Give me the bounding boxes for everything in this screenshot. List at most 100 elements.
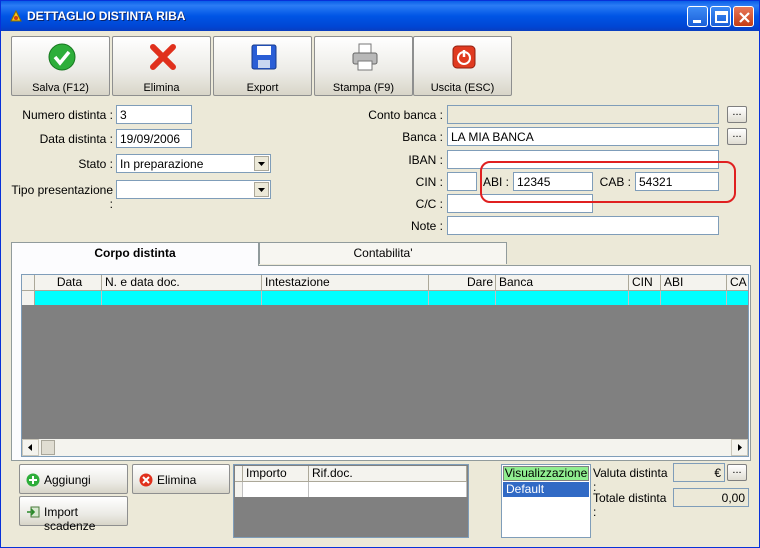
- stato-value: In preparazione: [120, 157, 204, 171]
- export-button[interactable]: Export: [213, 36, 312, 96]
- cab-label: CAB :: [599, 175, 631, 189]
- abi-label: ABI :: [482, 175, 509, 189]
- delete-button[interactable]: Elimina: [112, 36, 211, 96]
- scroll-left-button[interactable]: [22, 439, 39, 456]
- minimize-icon: [693, 20, 701, 23]
- save-label: Salva (F12): [32, 82, 89, 94]
- save-button[interactable]: Salva (F12): [11, 36, 110, 96]
- delete-x-icon: [150, 44, 176, 70]
- chevron-down-icon[interactable]: [254, 182, 269, 197]
- delete-row-button[interactable]: Elimina: [132, 464, 230, 494]
- remove-icon: [139, 473, 153, 487]
- scrollbar-thumb[interactable]: [41, 440, 55, 455]
- add-label: Aggiungi: [44, 473, 91, 487]
- table-cell[interactable]: [661, 291, 727, 305]
- app-icon: [10, 9, 22, 22]
- print-button[interactable]: Stampa (F9): [314, 36, 413, 96]
- window-title: DETTAGLIO DISTINTA RIBA: [27, 9, 186, 23]
- tab-corpo-distinta[interactable]: Corpo distinta: [11, 242, 259, 266]
- title-bar[interactable]: DETTAGLIO DISTINTA RIBA: [1, 1, 759, 31]
- close-button[interactable]: [733, 6, 754, 27]
- note-label: Note :: [410, 219, 443, 233]
- tipo-presentazione-select[interactable]: [116, 180, 271, 199]
- column-header-abi[interactable]: ABI: [661, 275, 727, 291]
- column-header-rif-doc[interactable]: Rif.doc.: [309, 466, 467, 482]
- banca-field[interactable]: LA MIA BANCA: [447, 127, 719, 146]
- printer-icon: [352, 43, 378, 71]
- table-cell[interactable]: [496, 291, 629, 305]
- cc-label: C/C :: [415, 197, 443, 211]
- column-header-cin[interactable]: CIN: [629, 275, 661, 291]
- iban-field[interactable]: [447, 150, 719, 169]
- column-header-banca[interactable]: Banca: [496, 275, 629, 291]
- iban-label: IBAN :: [408, 153, 443, 167]
- cc-field[interactable]: [447, 194, 593, 213]
- row-selector-header: [22, 275, 35, 291]
- visualizzazione-header: Visualizzazione: [503, 466, 589, 481]
- arrow-right-icon: [738, 444, 742, 451]
- totale-distinta-label: Totale distinta :: [593, 491, 667, 519]
- data-distinta-label: Data distinta :: [39, 132, 113, 146]
- banca-browse-button[interactable]: ...: [727, 128, 747, 145]
- chevron-down-icon[interactable]: [254, 156, 269, 171]
- column-header-intestazione[interactable]: Intestazione: [262, 275, 429, 291]
- maximize-button[interactable]: [710, 6, 731, 27]
- window: DETTAGLIO DISTINTA RIBA Salva (F12) Elim…: [0, 0, 760, 548]
- check-icon: [48, 43, 76, 71]
- numero-distinta-label: Numero distinta :: [22, 108, 113, 122]
- valuta-browse-button[interactable]: ...: [727, 464, 747, 481]
- plus-icon: [26, 473, 40, 487]
- importo-grid[interactable]: Importo Rif.doc.: [233, 464, 469, 538]
- valuta-distinta-label: Valuta distinta :: [593, 466, 668, 494]
- stato-select[interactable]: In preparazione: [116, 154, 271, 173]
- arrow-left-icon: [28, 444, 32, 451]
- valuta-distinta-field: €: [673, 463, 725, 482]
- delete-row-label: Elimina: [157, 473, 197, 487]
- scroll-right-button[interactable]: [731, 439, 748, 456]
- details-grid[interactable]: Data N. e data doc. Intestazione Dare Ba…: [21, 274, 749, 457]
- cin-label: CIN :: [415, 175, 443, 189]
- table-cell[interactable]: [727, 291, 748, 305]
- maximize-icon: [715, 11, 728, 23]
- table-cell[interactable]: [102, 291, 262, 305]
- table-cell[interactable]: [262, 291, 429, 305]
- numero-distinta-field[interactable]: 3: [116, 105, 192, 124]
- column-header-cab[interactable]: CA: [727, 275, 748, 291]
- abi-field[interactable]: 12345: [513, 172, 593, 191]
- conto-banca-field[interactable]: [447, 105, 719, 124]
- conto-banca-browse-button[interactable]: ...: [727, 106, 747, 123]
- close-icon: [739, 12, 750, 23]
- note-field[interactable]: [447, 216, 719, 235]
- column-header-n-data-doc[interactable]: N. e data doc.: [102, 275, 262, 291]
- table-cell[interactable]: [629, 291, 661, 305]
- exit-label: Uscita (ESC): [430, 82, 495, 94]
- row-selector[interactable]: [235, 482, 243, 497]
- exit-button[interactable]: Uscita (ESC): [413, 36, 512, 96]
- column-header-data[interactable]: Data: [35, 275, 102, 291]
- table-cell[interactable]: [35, 291, 102, 305]
- cab-field[interactable]: 54321: [635, 172, 719, 191]
- minimize-button[interactable]: [687, 6, 708, 27]
- add-button[interactable]: Aggiungi: [19, 464, 128, 494]
- table-cell[interactable]: [309, 482, 467, 497]
- column-header-importo[interactable]: Importo: [243, 466, 309, 482]
- data-distinta-field[interactable]: 19/09/2006: [116, 129, 192, 148]
- row-selector-header: [235, 466, 243, 482]
- exit-icon: [452, 45, 476, 69]
- totale-distinta-field: 0,00: [673, 488, 749, 507]
- table-cell[interactable]: [429, 291, 496, 305]
- horizontal-scrollbar[interactable]: [22, 439, 748, 456]
- list-item[interactable]: Default: [503, 482, 589, 497]
- import-scadenze-button[interactable]: Import scadenze: [19, 496, 128, 533]
- banca-label: Banca :: [402, 130, 443, 144]
- import-icon: [27, 506, 40, 518]
- print-label: Stampa (F9): [332, 82, 395, 94]
- row-selector[interactable]: [22, 291, 35, 305]
- export-label: Export: [246, 82, 279, 94]
- tab-contabilita[interactable]: Contabilita': [259, 242, 507, 264]
- delete-label: Elimina: [143, 82, 180, 94]
- cin-field[interactable]: [447, 172, 477, 191]
- column-header-dare[interactable]: Dare: [429, 275, 496, 291]
- table-cell[interactable]: [243, 482, 309, 497]
- visualizzazione-list[interactable]: Visualizzazione Default: [501, 464, 591, 538]
